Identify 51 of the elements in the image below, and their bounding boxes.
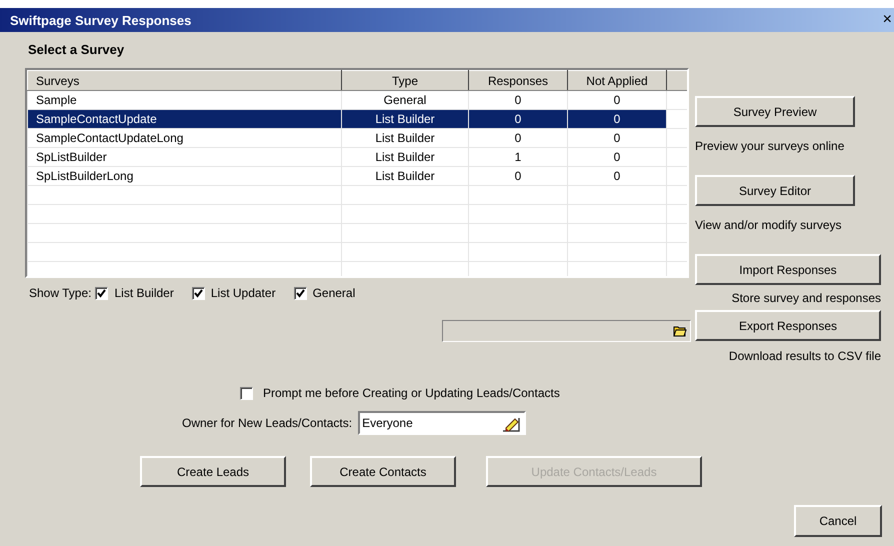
table-cell: List Builder: [342, 128, 468, 148]
action-button[interactable]: Create Contacts: [310, 456, 456, 487]
column-header[interactable]: Surveys: [28, 70, 342, 90]
action-button[interactable]: Create Leads: [140, 456, 286, 487]
table-cell: 0: [568, 166, 666, 186]
hint-text: Store survey and responses: [732, 291, 881, 305]
table-row[interactable]: SampleContactUpdateLong List Builder 0 0: [28, 128, 687, 148]
checkbox[interactable]: [294, 286, 307, 300]
table-cell: SampleContactUpdate: [28, 110, 342, 128]
table-row[interactable]: SampleContactUpdate List Builder 0 0: [28, 110, 687, 128]
action-button[interactable]: Survey Editor: [695, 175, 855, 206]
owner-field[interactable]: Everyone: [358, 411, 526, 435]
column-header[interactable]: Not Applied: [568, 70, 666, 90]
table-cell: 0: [568, 110, 666, 128]
table-cell: List Builder: [342, 166, 468, 186]
hint-text: Preview your surveys online: [695, 139, 844, 153]
owner-label: Owner for New Leads/Contacts:: [182, 416, 352, 430]
column-header[interactable]: Type: [342, 70, 468, 90]
checkbox-label: List Updater: [210, 286, 276, 300]
checkbox[interactable]: [240, 386, 253, 400]
checkbox-label: List Builder: [114, 286, 174, 300]
checkbox[interactable]: [192, 286, 205, 300]
table-row[interactable]: SpListBuilder List Builder 1 0: [28, 148, 687, 166]
hint-text: Download results to CSV file: [728, 349, 881, 363]
table-cell: 0: [568, 148, 666, 166]
action-button[interactable]: Export Responses: [695, 310, 881, 341]
checkbox[interactable]: [95, 286, 108, 300]
table-cell: 0: [568, 128, 666, 148]
folder-icon[interactable]: [673, 325, 687, 337]
checkbox-label: General: [312, 286, 356, 300]
table-cell: 0: [468, 110, 568, 128]
window-title: Swiftpage Survey Responses: [9, 12, 192, 28]
table-cell: SpListBuilder: [28, 148, 342, 166]
section-title: Select a Survey: [27, 41, 126, 56]
table-cell: 0: [468, 166, 568, 186]
hint-text: View and/or modify surveys: [695, 218, 842, 232]
table-cell: List Builder: [342, 110, 468, 128]
checkbox-label: Prompt me before Creating or Updating Leads/Contacts: [263, 386, 560, 400]
cancel-button[interactable]: Cancel: [794, 505, 882, 537]
action-button[interactable]: Survey Preview: [695, 96, 855, 127]
file-path-field[interactable]: [442, 320, 691, 342]
table-cell: SpListBuilderLong: [28, 166, 342, 186]
action-button[interactable]: Import Responses: [695, 254, 881, 285]
table-cell: List Builder: [342, 148, 468, 166]
show-type-label: Show Type:: [29, 286, 92, 300]
table-cell: 1: [468, 148, 568, 166]
table-cell: 0: [468, 128, 568, 148]
close-button[interactable]: ×: [882, 12, 894, 28]
column-header[interactable]: Responses: [468, 70, 568, 90]
table-cell: SampleContactUpdateLong: [28, 128, 342, 148]
table-row[interactable]: SpListBuilderLong List Builder 0 0: [28, 166, 687, 186]
